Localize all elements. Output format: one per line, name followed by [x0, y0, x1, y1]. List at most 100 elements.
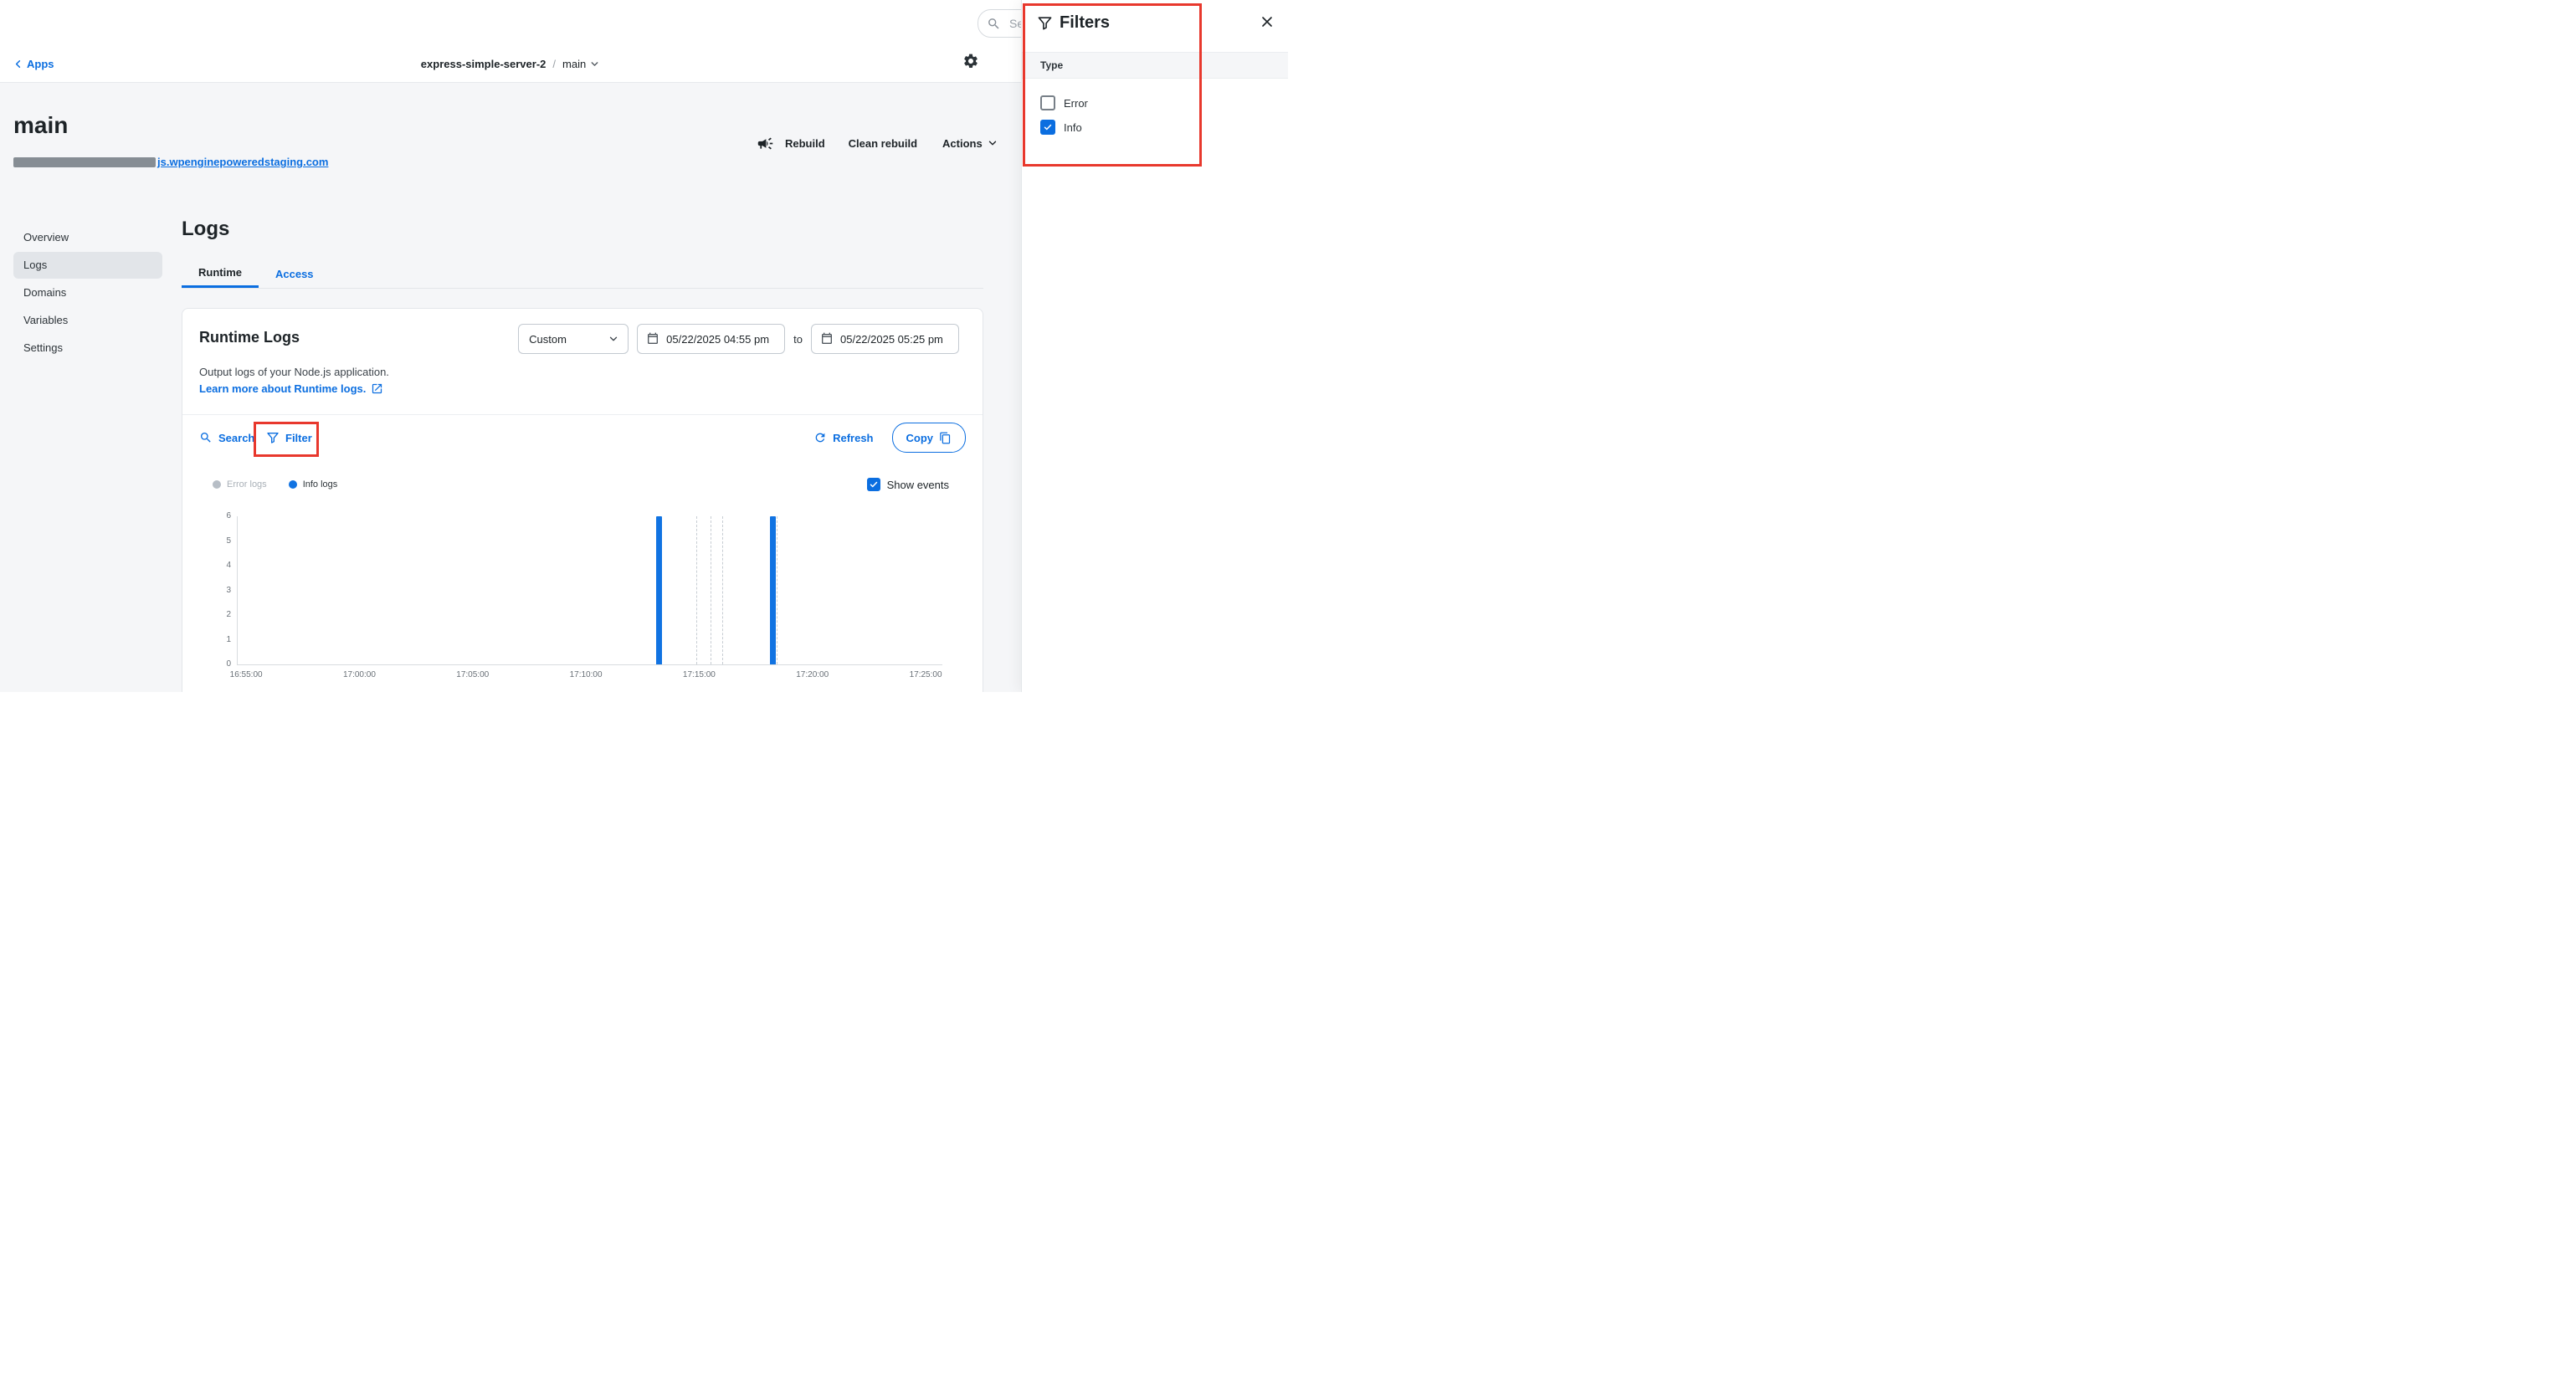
sidebar-item-overview[interactable]: Overview — [13, 224, 162, 251]
time-range-select[interactable]: Custom — [518, 324, 629, 354]
chart-x-axis: 16:55:0017:00:0017:05:0017:10:0017:15:00… — [237, 670, 942, 682]
breadcrumb-separator: / — [552, 58, 556, 70]
filter-section-title: Type — [1040, 53, 1288, 78]
chart-bar — [656, 516, 662, 664]
copy-icon — [939, 432, 952, 444]
gear-icon — [962, 53, 979, 69]
sidebar-item-variables[interactable]: Variables — [13, 307, 162, 334]
info-checkbox-label: Info — [1064, 121, 1082, 134]
runtime-logs-card: Runtime Logs Custom 05/22/2025 04:55 pm … — [182, 308, 983, 692]
filter-section-type: Type — [1022, 52, 1288, 79]
card-description: Output logs of your Node.js application. — [199, 366, 389, 378]
y-axis-tick: 6 — [199, 512, 231, 520]
show-events-checkbox[interactable] — [867, 478, 880, 491]
actions-menu-label: Actions — [942, 137, 983, 150]
card-title: Runtime Logs — [199, 329, 300, 346]
tab-access[interactable]: Access — [259, 259, 331, 288]
legend-info-logs: Info logs — [289, 479, 338, 490]
chevron-down-icon — [987, 137, 998, 149]
y-axis-tick: 4 — [199, 561, 231, 570]
tab-runtime[interactable]: Runtime — [182, 259, 259, 288]
breadcrumb-app-name: express-simple-server-2 — [421, 58, 547, 70]
close-panel-button[interactable] — [1259, 13, 1277, 32]
time-range-controls: Custom 05/22/2025 04:55 pm to 05/22/2025… — [518, 324, 959, 354]
error-checkbox-label: Error — [1064, 97, 1088, 110]
search-icon — [199, 431, 213, 444]
hero-action-buttons: Rebuild Clean rebuild Actions — [757, 129, 998, 157]
event-marker-line — [696, 516, 697, 664]
copy-button[interactable]: Copy — [892, 423, 967, 453]
date-from-input[interactable]: 05/22/2025 04:55 pm — [637, 324, 785, 354]
show-events-label: Show events — [887, 479, 949, 491]
show-events-toggle[interactable]: Show events — [867, 476, 949, 493]
y-axis-tick: 2 — [199, 611, 231, 619]
rebuild-button[interactable]: Rebuild — [785, 137, 825, 150]
environment-selector[interactable]: main — [562, 58, 600, 70]
error-checkbox[interactable] — [1040, 95, 1055, 110]
refresh-button[interactable]: Refresh — [813, 431, 873, 444]
chart-plot-area — [237, 516, 942, 665]
log-toolbar: Search Filter Refresh Copy — [182, 414, 983, 461]
legend-error-logs: Error logs — [213, 479, 267, 490]
x-axis-tick: 17:05:00 — [448, 670, 498, 679]
breadcrumb: express-simple-server-2 / main — [0, 45, 1021, 82]
time-range-value: Custom — [529, 333, 567, 346]
info-legend-label: Info logs — [303, 479, 338, 490]
x-axis-tick: 17:25:00 — [901, 670, 951, 679]
sidebar-item-logs[interactable]: Logs — [13, 252, 162, 279]
sidebar-item-settings[interactable]: Settings — [13, 335, 162, 361]
calendar-icon — [820, 332, 834, 346]
copy-label: Copy — [906, 432, 934, 444]
x-axis-tick: 17:00:00 — [334, 670, 384, 679]
filter-option-error[interactable]: Error — [1040, 95, 1088, 110]
logs-tabs: Runtime Access — [182, 259, 983, 289]
filter-logs-button[interactable]: Filter — [266, 414, 312, 461]
environment-name: main — [562, 58, 586, 70]
calendar-icon — [646, 332, 659, 346]
app-page: Apps express-simple-server-2 / main main… — [0, 0, 1288, 692]
date-from-value: 05/22/2025 04:55 pm — [666, 333, 769, 346]
date-to-input[interactable]: 05/22/2025 05:25 pm — [811, 324, 959, 354]
clean-rebuild-button[interactable]: Clean rebuild — [849, 137, 917, 150]
refresh-label: Refresh — [833, 432, 873, 444]
environment-url-row: js.wpenginepoweredstaging.com — [13, 156, 328, 168]
error-legend-dot — [213, 480, 221, 489]
redacted-url-segment — [13, 157, 156, 167]
megaphone-icon[interactable] — [757, 135, 774, 152]
y-axis-tick: 1 — [199, 636, 231, 644]
x-axis-tick: 16:55:00 — [221, 670, 271, 679]
x-axis-tick: 17:20:00 — [788, 670, 838, 679]
y-axis-tick: 3 — [199, 587, 231, 595]
environment-sidebar: Overview Logs Domains Variables Settings — [13, 224, 162, 361]
chart-y-axis: 0123456 — [199, 516, 231, 664]
sidebar-item-domains[interactable]: Domains — [13, 279, 162, 306]
error-legend-label: Error logs — [227, 479, 267, 490]
x-axis-tick: 17:10:00 — [561, 670, 611, 679]
check-icon — [869, 479, 879, 490]
refresh-icon — [813, 431, 827, 444]
chevron-down-icon — [608, 333, 619, 345]
toolbar-right-group: Refresh Copy — [813, 414, 966, 461]
runtime-logs-chart: 0 1 2 3 4 5 6 16:55:00 17:00:00 17:05:00 17:10:00… — [199, 510, 967, 687]
actions-menu-button[interactable]: Actions — [942, 137, 998, 150]
settings-gear-button[interactable] — [962, 53, 981, 71]
funnel-icon — [266, 431, 280, 444]
event-marker-line — [722, 516, 723, 664]
info-checkbox[interactable] — [1040, 120, 1055, 135]
filters-panel-header: Filters — [1037, 13, 1110, 33]
info-legend-dot — [289, 480, 297, 489]
y-axis-tick: 5 — [199, 537, 231, 546]
environment-url-link[interactable]: js.wpenginepoweredstaging.com — [157, 156, 328, 168]
learn-more-link[interactable]: Learn more about Runtime logs. — [199, 382, 383, 395]
search-logs-button[interactable]: Search — [199, 414, 254, 461]
chart-bar — [770, 516, 776, 664]
check-icon — [1043, 122, 1053, 132]
y-axis-tick: 0 — [199, 660, 231, 669]
chevron-down-icon — [589, 59, 600, 69]
external-link-icon — [371, 382, 383, 395]
learn-more-label: Learn more about Runtime logs. — [199, 382, 366, 395]
close-icon — [1259, 13, 1275, 30]
filters-panel: Filters Type Error Info — [1021, 0, 1288, 692]
filter-option-info[interactable]: Info — [1040, 120, 1082, 135]
search-icon — [987, 17, 1001, 31]
